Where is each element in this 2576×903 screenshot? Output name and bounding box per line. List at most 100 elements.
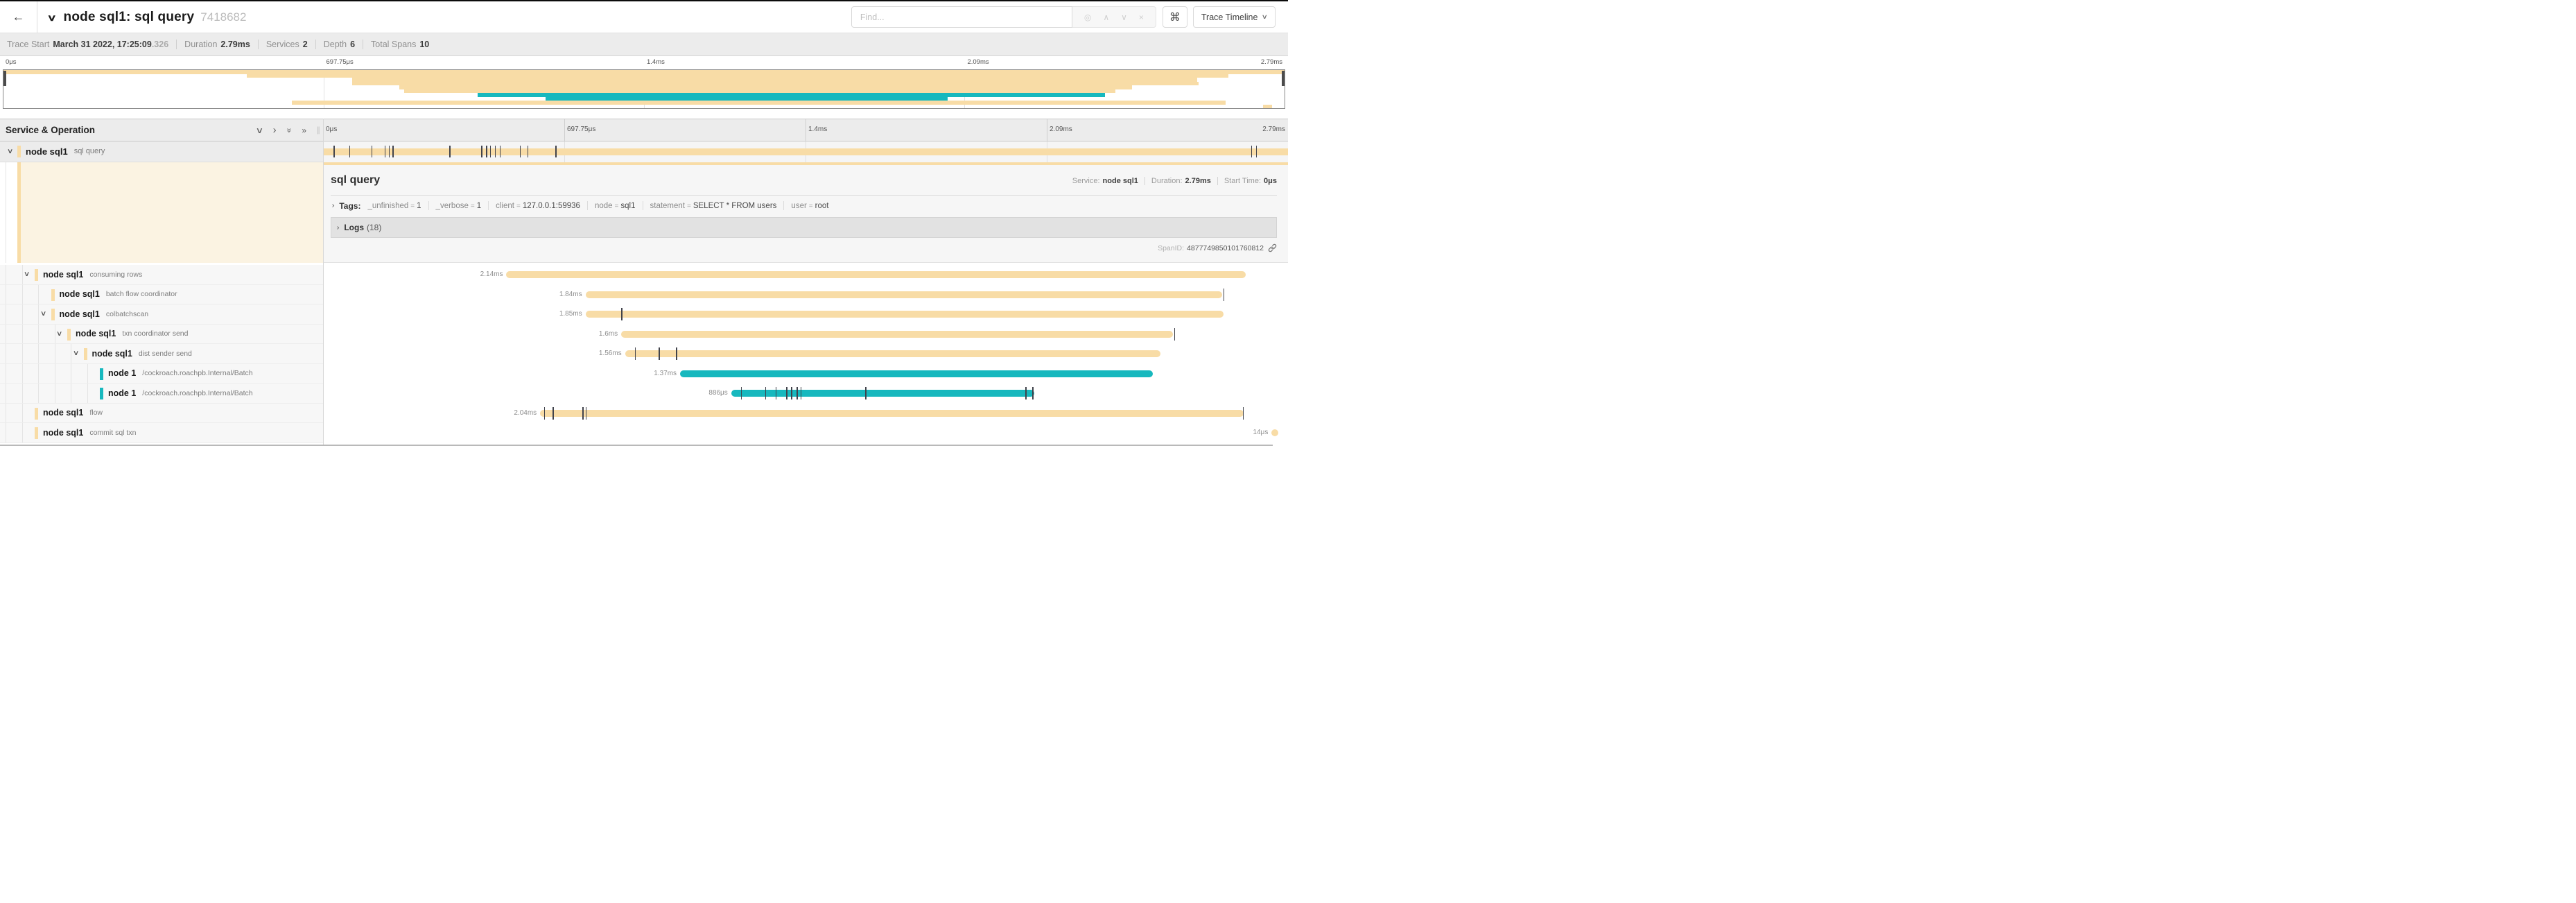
span-tree-row[interactable]: node sql1commit sql txn: [0, 423, 323, 443]
span-operation-name: dist sender send: [139, 350, 192, 358]
collapse-chevron-icon[interactable]: ∨: [56, 330, 63, 338]
collapse-trace-icon[interactable]: ∨: [47, 12, 57, 24]
span-row-sql-query[interactable]: ∨ node sql1 sql query: [0, 141, 1288, 162]
keyboard-shortcuts-button[interactable]: ⌘: [1163, 6, 1187, 28]
span-row[interactable]: ∨node sql1consuming rows2.14ms: [0, 265, 1288, 285]
log-tick: [1243, 407, 1244, 420]
span-operation-name: commit sql txn: [89, 429, 136, 437]
span-row[interactable]: node sql1flow2.04ms: [0, 404, 1288, 424]
log-tick: [582, 407, 583, 420]
minimap-right-drag-handle[interactable]: [1282, 71, 1285, 86]
span-tree-row[interactable]: ∨node sql1txn coordinator send: [0, 325, 323, 345]
header-controls: ◎ ∧ ∨ × ⌘ Trace Timeline ∨: [851, 6, 1276, 28]
span-bar[interactable]: [540, 410, 1244, 417]
span-tree-row[interactable]: node sql1batch flow coordinator: [0, 285, 323, 305]
span-tree-row[interactable]: node 1/cockroach.roachpb.Internal/Batch: [0, 384, 323, 404]
chevron-down-icon[interactable]: ∨: [255, 126, 263, 135]
span-bar[interactable]: [1271, 429, 1278, 436]
locate-icon[interactable]: ◎: [1084, 12, 1091, 22]
link-icon[interactable]: [1268, 243, 1277, 252]
trace-view-dropdown[interactable]: Trace Timeline ∨: [1193, 6, 1276, 28]
log-tick: [865, 387, 866, 399]
span-bar-row[interactable]: 1.84ms: [323, 285, 1288, 305]
span-bar-row[interactable]: [323, 141, 1288, 162]
horizontal-scrollbar[interactable]: [0, 445, 1273, 446]
chevron-right-icon[interactable]: ›: [273, 124, 277, 136]
divider: [258, 40, 259, 49]
summary-label: Depth: [324, 40, 347, 49]
span-row[interactable]: ∨node sql1dist sender send 1.56ms: [0, 344, 1288, 364]
span-tree-row[interactable]: ∨node sql1dist sender send: [0, 344, 323, 364]
span-duration-label: 1.84ms: [541, 291, 582, 298]
trace-title-wrap: ∨ node sql1: sql query 7418682: [37, 10, 246, 25]
minimap-canvas[interactable]: [3, 69, 1285, 109]
chevron-down-icon[interactable]: ∨: [1121, 12, 1127, 22]
chevron-right-icon: ›: [337, 224, 340, 232]
span-row[interactable]: node 1/cockroach.roachpb.Internal/Batch8…: [0, 384, 1288, 404]
collapse-chevron-icon[interactable]: ∨: [72, 350, 79, 357]
span-bar[interactable]: [625, 350, 1161, 357]
span-bar[interactable]: [680, 370, 1153, 377]
span-bar[interactable]: [586, 311, 1224, 318]
collapse-chevron-icon[interactable]: ∨: [24, 270, 31, 278]
log-tick: [481, 146, 482, 157]
span-row[interactable]: node sql1batch flow coordinator 1.84ms: [0, 285, 1288, 305]
clear-icon[interactable]: ×: [1139, 12, 1144, 22]
divider: [587, 201, 588, 210]
span-row[interactable]: ∨node sql1colbatchscan1.85ms: [0, 304, 1288, 325]
divider: [315, 40, 316, 49]
span-bar-row[interactable]: 2.04ms: [323, 404, 1288, 424]
span-tree-row[interactable]: node sql1flow: [0, 404, 323, 424]
double-chevron-down-icon[interactable]: »: [284, 128, 294, 132]
find-input[interactable]: [851, 6, 1072, 28]
panel-divider[interactable]: [323, 119, 324, 445]
span-row[interactable]: node sql1commit sql txn14μs: [0, 423, 1288, 443]
indent-guide: [22, 404, 23, 423]
span-bar-row[interactable]: 2.14ms: [323, 265, 1288, 285]
span-bar[interactable]: [323, 148, 1288, 155]
column-resizer-handle[interactable]: ∥: [317, 126, 320, 135]
collapse-chevron-icon[interactable]: ∨: [40, 310, 46, 318]
ruler-tick-label: 2.79ms: [1262, 126, 1285, 133]
span-row[interactable]: ∨node sql1txn coordinator send1.6ms: [0, 325, 1288, 345]
double-chevron-right-icon[interactable]: »: [302, 126, 306, 135]
log-tick: [635, 347, 636, 360]
span-operation-name: /cockroach.roachpb.Internal/Batch: [142, 369, 252, 377]
span-color-swatch: [100, 388, 103, 399]
span-detail-band: sql query Service:node sql1 Duration:2.7…: [0, 162, 1288, 264]
summary-label: Services: [266, 40, 299, 49]
span-bar-row[interactable]: 886μs: [323, 384, 1288, 404]
detail-right: sql query Service:node sql1 Duration:2.7…: [323, 162, 1288, 264]
span-bar[interactable]: [586, 291, 1223, 298]
log-tick: [520, 146, 521, 157]
span-tree-row[interactable]: ∨node sql1colbatchscan: [0, 304, 323, 325]
span-bar-row[interactable]: 1.6ms: [323, 325, 1288, 345]
span-bar-row[interactable]: 14μs: [323, 423, 1288, 443]
span-tree-row[interactable]: ∨ node sql1 sql query: [0, 141, 323, 162]
chevron-up-icon[interactable]: ∧: [1103, 12, 1109, 22]
minimap-left-drag-handle[interactable]: [3, 71, 6, 86]
span-bar[interactable]: [621, 331, 1173, 338]
service-label: Service:: [1072, 177, 1100, 185]
tags-row[interactable]: › Tags: _unfinished=1_verbose=1client=12…: [331, 196, 1277, 215]
tags-list: _unfinished=1_verbose=1client=127.0.0.1:…: [367, 201, 828, 210]
chevron-right-icon[interactable]: ›: [332, 202, 335, 209]
minimap-ruler: 0μs697.75μs1.4ms2.09ms2.79ms: [3, 56, 1285, 69]
span-tree-row[interactable]: node 1/cockroach.roachpb.Internal/Batch: [0, 364, 323, 384]
span-row[interactable]: node 1/cockroach.roachpb.Internal/Batch1…: [0, 364, 1288, 384]
span-bar[interactable]: [506, 271, 1245, 278]
span-duration-label: 1.56ms: [580, 350, 622, 357]
divider: [1217, 177, 1218, 185]
span-service-name: node sql1: [60, 309, 100, 319]
ruler-tick-label: 697.75μs: [567, 126, 595, 133]
span-tree-row[interactable]: ∨node sql1consuming rows: [0, 265, 323, 285]
span-bar-row[interactable]: 1.56ms: [323, 344, 1288, 364]
span-bar-row[interactable]: 1.37ms: [323, 364, 1288, 384]
logs-row[interactable]: › Logs (18): [331, 217, 1277, 238]
span-bar[interactable]: [731, 390, 1034, 397]
span-bar-row[interactable]: 1.85ms: [323, 304, 1288, 325]
collapse-chevron-icon[interactable]: ∨: [7, 148, 14, 155]
ruler-tick-label: 1.4ms: [808, 126, 827, 133]
back-button[interactable]: ←: [0, 1, 37, 33]
logs-count: (18): [367, 223, 381, 232]
